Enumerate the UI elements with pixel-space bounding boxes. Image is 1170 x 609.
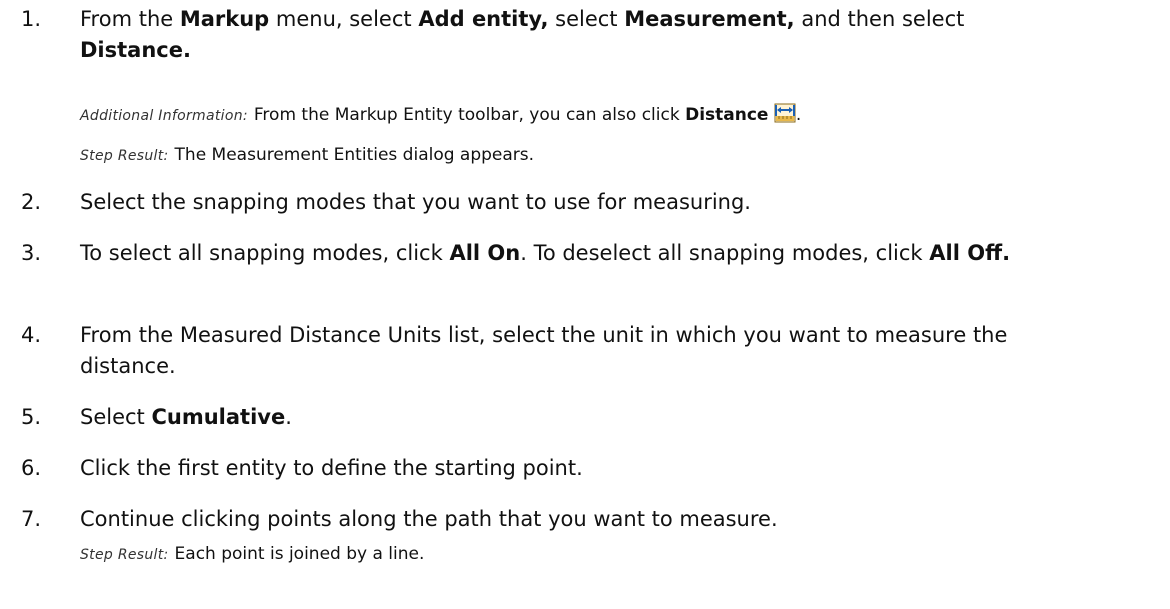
text-run: select bbox=[548, 7, 625, 31]
button-name-all-on: All On bbox=[449, 241, 521, 265]
step-text: From the Markup menu, select Add entity,… bbox=[80, 4, 1162, 66]
step-text: Select the snapping modes that you want … bbox=[80, 190, 751, 214]
text-run: . bbox=[795, 105, 802, 125]
step-1-result: Step Result: The Measurement Entities dia… bbox=[80, 143, 1162, 168]
step-result-text: The Measurement Entities dialog appears. bbox=[174, 145, 535, 165]
text-run: From the bbox=[80, 7, 180, 31]
text-run: menu, select bbox=[269, 7, 419, 31]
button-name-distance: Distance bbox=[685, 105, 769, 125]
menu-item-distance: Distance. bbox=[80, 38, 191, 62]
procedure-document: 1. From the Markup menu, select Add enti… bbox=[0, 0, 1170, 609]
step-number: 2. bbox=[21, 190, 42, 214]
step-text: Select Cumulative. bbox=[80, 402, 1162, 433]
step-number: 6. bbox=[21, 456, 42, 480]
step-number: 3. bbox=[21, 241, 42, 265]
step-text: Continue clicking points along the path … bbox=[80, 507, 778, 531]
menu-item-add-entity: Add entity, bbox=[418, 7, 549, 31]
step-7-result: Step Result: Each point is joined by a li… bbox=[80, 542, 1162, 567]
text-run: From the Markup Entity toolbar, you can … bbox=[253, 105, 686, 125]
step-text: Click the first entity to define the sta… bbox=[80, 456, 583, 480]
step-number: 5. bbox=[21, 405, 42, 429]
text-run: . bbox=[285, 405, 292, 429]
step-1-additional-info: Additional Information: From the Markup E… bbox=[80, 103, 1162, 130]
distance-ruler-icon bbox=[774, 103, 796, 130]
button-name-all-off: All Off. bbox=[929, 241, 1011, 265]
step-number: 7. bbox=[21, 507, 42, 531]
text-run: and then select bbox=[794, 7, 965, 31]
step-result-text: Each point is joined by a line. bbox=[174, 544, 425, 564]
additional-info-label: Additional Information: bbox=[80, 108, 248, 124]
step-text: To select all snapping modes, click All … bbox=[80, 238, 1162, 269]
step-text: From the Measured Distance Units list, s… bbox=[80, 323, 1008, 378]
menu-name-markup: Markup bbox=[179, 7, 270, 31]
text-run: Select bbox=[80, 405, 152, 429]
option-name-cumulative: Cumulative bbox=[151, 405, 286, 429]
text-run: . To deselect all snapping modes, click bbox=[520, 241, 930, 265]
menu-item-measurement: Measurement, bbox=[624, 7, 795, 31]
step-number: 4. bbox=[21, 323, 42, 347]
step-number: 1. bbox=[21, 7, 42, 31]
step-result-label: Step Result: bbox=[80, 148, 169, 164]
step-result-label: Step Result: bbox=[80, 547, 169, 563]
text-run: To select all snapping modes, click bbox=[80, 241, 450, 265]
